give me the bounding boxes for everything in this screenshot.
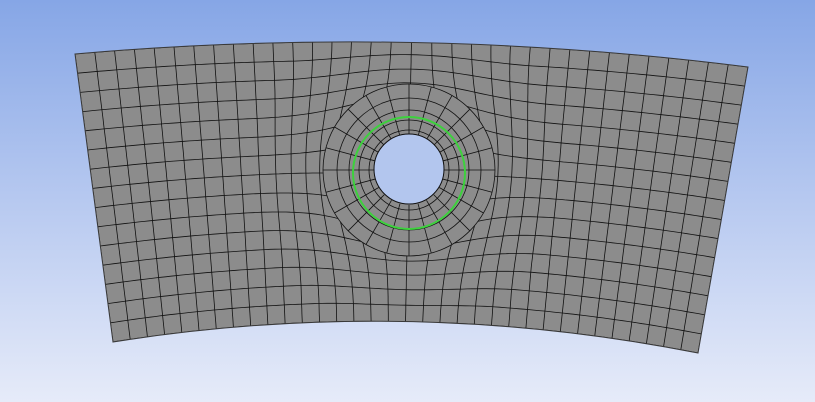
mesh-model[interactable] [0, 0, 815, 402]
graphics-viewport[interactable] [0, 0, 815, 402]
center-hole[interactable] [373, 133, 445, 205]
